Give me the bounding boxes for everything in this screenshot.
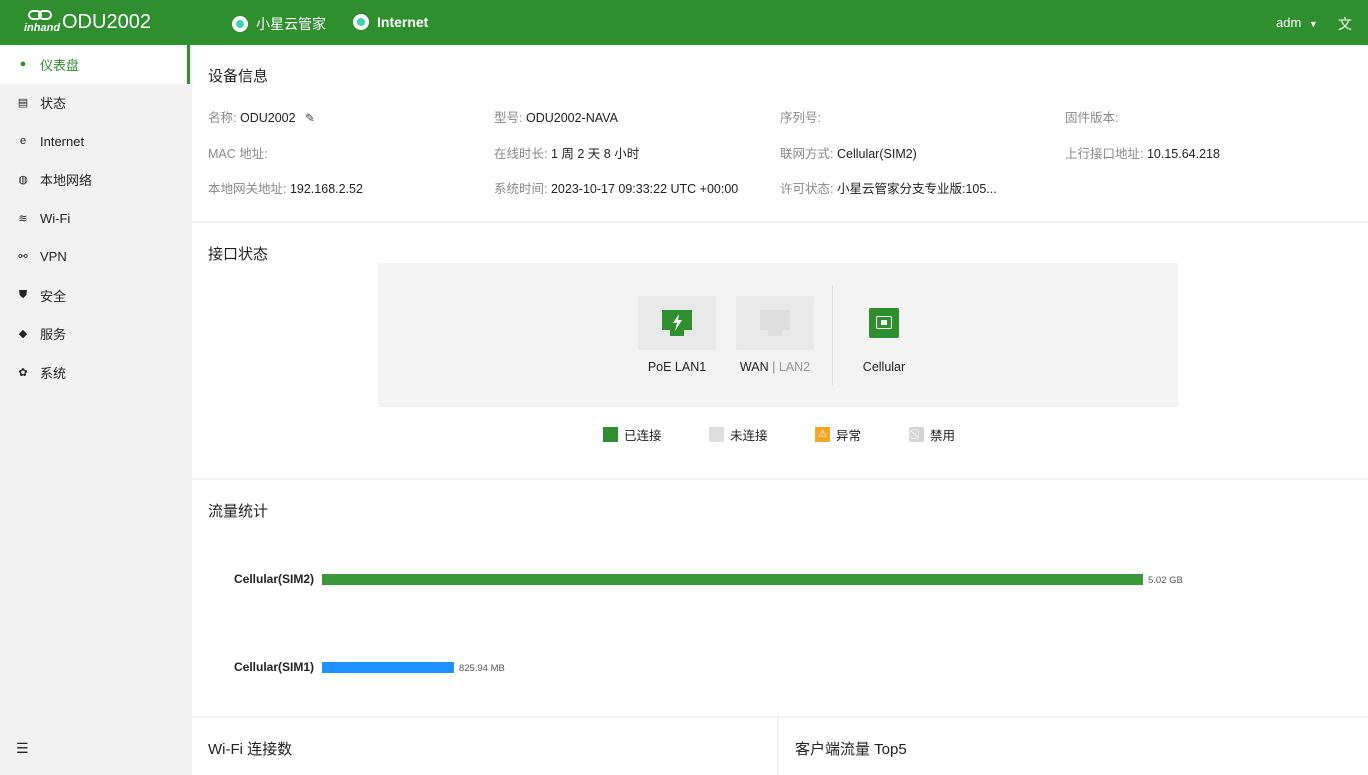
sidebar-item-vpn[interactable]: ⚯ VPN bbox=[0, 238, 190, 277]
interface-status-title: 接口状态 bbox=[208, 246, 269, 263]
port-poe-lan1-label: PoE LAN1 bbox=[647, 360, 707, 374]
info-uplink-ip: 上行接口地址: 10.15.64.218 bbox=[1065, 147, 1220, 161]
internet-status[interactable]: Internet bbox=[353, 14, 428, 30]
info-model: 型号: ODU2002-NAVA bbox=[494, 111, 618, 125]
warning-icon: ⚠ bbox=[815, 427, 830, 442]
sidebar-item-system[interactable]: ✿ 系统 bbox=[0, 353, 190, 392]
dashboard-icon: ● bbox=[19, 58, 27, 71]
bar-category-label: Cellular(SIM2) bbox=[234, 572, 314, 586]
legend-connected: 已连接 bbox=[603, 425, 662, 444]
device-info-card: 设备信息 名称: ODU2002 ✎ 型号: ODU2002-NAVA 序列号:… bbox=[192, 45, 1368, 221]
top-bar: inhand ODU2002 小星云管家 Internet adm ▼ 文 bbox=[0, 0, 1368, 45]
collapse-menu-icon[interactable]: ☰ bbox=[16, 740, 29, 757]
user-menu[interactable]: adm ▼ bbox=[1276, 15, 1318, 30]
gear-icon: ✿ bbox=[18, 366, 28, 379]
info-license: 许可状态: 小星云管家分支专业版:105... bbox=[780, 182, 997, 196]
globe-icon: ◍ bbox=[18, 174, 28, 187]
caret-down-icon: ▼ bbox=[1308, 19, 1318, 29]
internet-dot-icon bbox=[353, 14, 369, 30]
vpn-icon: ⚯ bbox=[18, 251, 28, 264]
info-mac: MAC 地址: bbox=[208, 147, 268, 161]
info-name: 名称: ODU2002 ✎ bbox=[208, 111, 316, 125]
cube-icon: ◆ bbox=[18, 328, 28, 341]
legend-disconnected: 未连接 bbox=[709, 425, 768, 444]
port-poe-lan1[interactable] bbox=[638, 296, 716, 350]
product-name: ODU2002 bbox=[62, 10, 151, 33]
client-top5-title: 客户端流量 Top5 bbox=[795, 741, 907, 758]
sidebar-item-services[interactable]: ◆ 服务 bbox=[0, 315, 190, 354]
bar-value-label: 825.94 MB bbox=[459, 663, 505, 674]
sidebar-item-status[interactable]: ▤ 状态 bbox=[0, 84, 190, 123]
traffic-card: 流量统计 Cellular(SIM2) 5.02 GB Cellular(SIM1)… bbox=[192, 480, 1368, 716]
sim-card-icon[interactable] bbox=[869, 308, 899, 338]
wifi-count-card: Wi-Fi 连接数 bbox=[192, 718, 777, 775]
sidebar-item-internet[interactable]: e Internet bbox=[0, 122, 190, 161]
wifi-count-title: Wi-Fi 连接数 bbox=[208, 741, 293, 758]
sidebar-item-local-network[interactable]: ◍ 本地网络 bbox=[0, 161, 190, 200]
shield-icon: ⛊ bbox=[18, 288, 28, 301]
sidebar-item-wifi[interactable]: ≋ Wi-Fi bbox=[0, 199, 190, 238]
info-uptime: 在线时长: 1 周 2 天 8 小时 bbox=[494, 147, 640, 161]
sidebar-item-security[interactable]: ⛊ 安全 bbox=[0, 276, 190, 315]
logo: inhand ODU2002 bbox=[24, 8, 151, 36]
info-wan-mode: 联网方式: Cellular(SIM2) bbox=[780, 147, 917, 161]
legend-abnormal: ⚠ 异常 bbox=[815, 425, 861, 444]
info-system-time: 系统时间: 2023-10-17 09:33:22 UTC +00:00 bbox=[494, 182, 739, 196]
inhand-logo-icon: inhand bbox=[24, 8, 60, 36]
legend-disabled: ⃠ 禁用 bbox=[909, 425, 955, 444]
port-wan-label: WAN | LAN2 bbox=[739, 360, 811, 374]
cloud-status[interactable]: 小星云管家 bbox=[232, 14, 326, 34]
port-wan[interactable] bbox=[736, 296, 814, 350]
edit-icon[interactable]: ✎ bbox=[305, 111, 315, 125]
info-firmware: 固件版本: bbox=[1065, 111, 1119, 125]
internet-icon: e bbox=[19, 135, 27, 148]
info-lan-gateway: 本地网关地址: 192.168.2.52 bbox=[208, 182, 363, 196]
device-info-title: 设备信息 bbox=[208, 68, 269, 85]
traffic-bar-chart: Cellular(SIM2) 5.02 GB Cellular(SIM1) 825.9… bbox=[234, 572, 1183, 674]
disabled-icon: ⃠ bbox=[909, 427, 924, 442]
translate-icon[interactable]: 文 bbox=[1338, 14, 1352, 34]
bar-value-label: 5.02 GB bbox=[1148, 575, 1183, 586]
interface-status-card: 接口状态 PoE LAN1 WAN | LAN2 Cellular 已连接 未连… bbox=[192, 223, 1368, 478]
legend-disconnected-swatch bbox=[709, 427, 724, 442]
main-content: 设备信息 名称: ODU2002 ✎ 型号: ODU2002-NAVA 序列号:… bbox=[192, 45, 1368, 775]
ethernet-port-disconnected-icon bbox=[760, 310, 790, 336]
divider bbox=[832, 285, 833, 385]
legend-connected-swatch bbox=[603, 427, 618, 442]
sidebar: ● 仪表盘 ▤ 状态 e Internet ◍ 本地网络 ≋ Wi-Fi ⚯ V… bbox=[0, 45, 190, 775]
port-cellular-label: Cellular bbox=[862, 360, 906, 374]
wifi-icon: ≋ bbox=[18, 212, 28, 225]
sidebar-item-dashboard[interactable]: ● 仪表盘 bbox=[0, 45, 190, 84]
interface-panel: PoE LAN1 WAN | LAN2 Cellular bbox=[378, 263, 1178, 407]
ethernet-port-connected-icon bbox=[662, 310, 692, 336]
info-serial: 序列号: bbox=[780, 111, 821, 125]
bar-category-label: Cellular(SIM1) bbox=[234, 660, 314, 674]
client-top5-card: 客户端流量 Top5 bbox=[779, 718, 1368, 775]
cloud-icon bbox=[232, 16, 248, 32]
status-icon: ▤ bbox=[17, 97, 29, 110]
traffic-bar[interactable] bbox=[322, 662, 454, 673]
traffic-bar[interactable] bbox=[322, 574, 1143, 585]
